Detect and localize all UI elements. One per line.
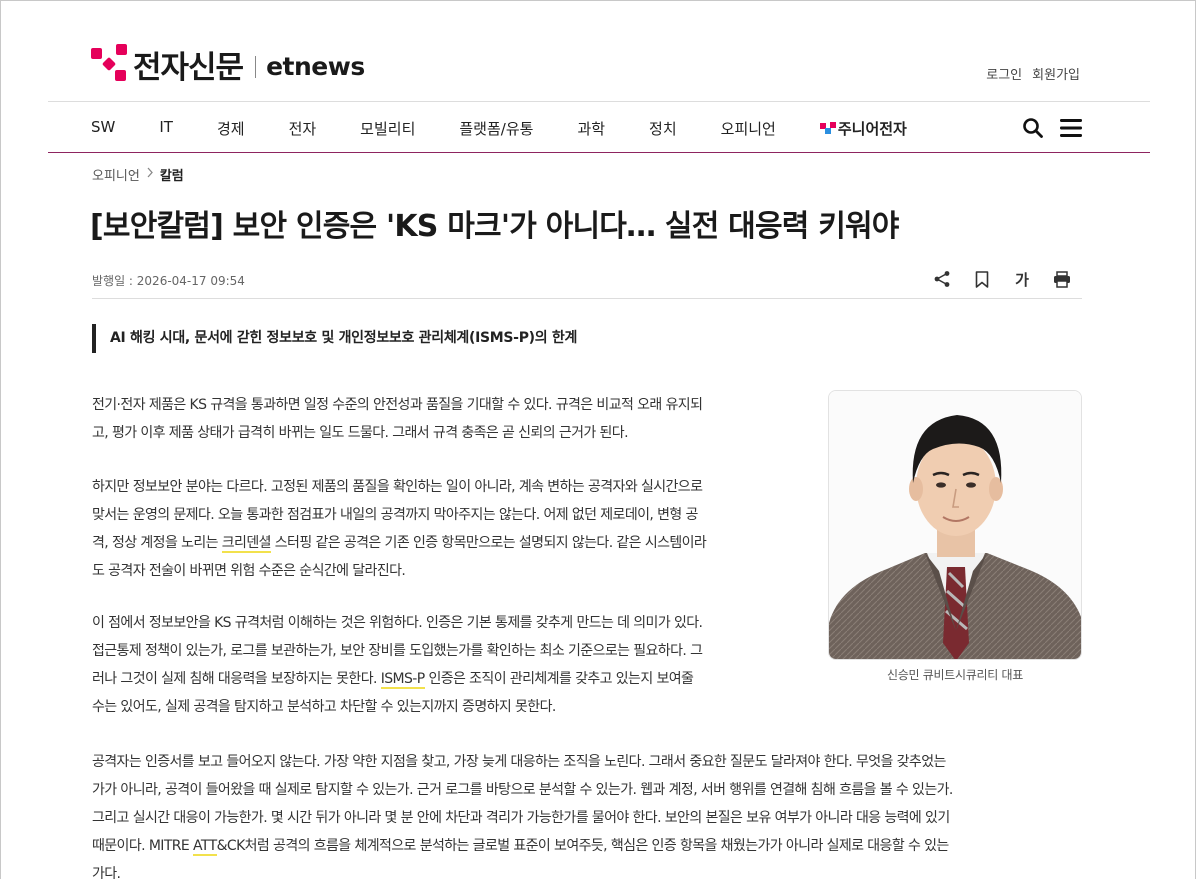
- breadcrumb-current[interactable]: 칼럼: [160, 165, 184, 184]
- paragraph-line: 접근통제 정책이 있는가, 로그를 보관하는가, 보안 장비를 도입했는가를 확…: [92, 643, 703, 659]
- keyword-link-isms-p[interactable]: ISMS-P: [380, 671, 425, 689]
- logo-divider: [255, 56, 257, 78]
- bookmark-icon[interactable]: [973, 268, 991, 290]
- nav-item-platform[interactable]: 플랫폼/유통: [459, 118, 533, 139]
- nav-item-opinion[interactable]: 오피니언: [721, 118, 776, 139]
- paragraph-line: 도 공격자 전술이 바뀌면 위험 수준은 순식간에 달라진다.: [92, 563, 406, 579]
- search-icon[interactable]: [1022, 117, 1044, 143]
- nav-item-junior-label: 주니어전자: [837, 120, 907, 138]
- nav-item-mobility[interactable]: 모빌리티: [360, 118, 415, 139]
- chevron-right-icon: [146, 167, 154, 182]
- paragraph-line: 이 점에서 정보보안을 KS 규격처럼 이해하는 것은 위험하다. 인증은 기본…: [92, 615, 703, 631]
- text-segment: &CK처럼 공격의 흐름을 체계적으로 분석하는 글로벌 표준이 보여주듯, 핵…: [216, 838, 950, 854]
- paragraph-3: 이 점에서 정보보안을 KS 규격처럼 이해하는 것은 위험하다. 인증은 기본…: [92, 609, 703, 721]
- text-segment: 스터핑 같은 공격은 기존 인증 항목만으로는 설명되지 않는다. 같은 시스템…: [270, 535, 707, 551]
- paragraph-1: 전기·전자 제품은 KS 규격을 통과하면 일정 수준의 안전성과 품질을 기대…: [92, 391, 703, 447]
- header-divider: [92, 298, 1082, 299]
- paragraph-line: 그리고 실시간 대응이 가능한가. 몇 시간 뒤가 아니라 몇 분 안에 차단과…: [92, 810, 950, 826]
- paragraph-line: 가가 아니라, 공격이 들어왔을 때 실제로 탐지할 수 있는가. 근거 로그를…: [92, 782, 953, 798]
- login-link[interactable]: 로그인: [986, 64, 1022, 83]
- nav-tools: [1022, 117, 1082, 143]
- logo-korean-text: 전자신문: [133, 49, 244, 86]
- text-segment: 때문이다. MITRE: [92, 838, 194, 854]
- nav-item-it[interactable]: IT: [159, 118, 173, 139]
- junior-logo-icon: [819, 121, 836, 136]
- text-segment: 인증은 조직이 관리체계를 갖추고 있는지 보여줄: [424, 671, 694, 687]
- nav-item-junior[interactable]: 주니어전자: [819, 118, 907, 139]
- photo-caption: 신승민 큐비트시큐리티 대표: [887, 668, 1023, 682]
- page-frame: 전자신문 etnews 로그인 회원가입 SW IT 경제 전자 모빌리티 플랫…: [0, 0, 1196, 879]
- share-icon[interactable]: [933, 268, 951, 290]
- article-tools: 가: [933, 268, 1071, 290]
- paragraph-line: 하지만 정보보안 분야는 다르다. 고정된 제품의 품질을 확인하는 일이 아니…: [92, 479, 703, 495]
- paragraph-line: 수는 있어도, 실제 공격을 탐지하고 분석하고 차단할 수 있는지까지 증명하…: [92, 699, 556, 715]
- paragraph-2: 하지만 정보보안 분야는 다르다. 고정된 제품의 품질을 확인하는 일이 아니…: [92, 473, 707, 585]
- paragraph-line: 가다.: [92, 866, 121, 879]
- author-photo: [828, 390, 1082, 660]
- font-size-icon[interactable]: 가: [1013, 268, 1031, 290]
- logo-english-text: etnews: [266, 51, 365, 81]
- hamburger-menu-icon[interactable]: [1060, 118, 1082, 142]
- publish-date: 발행일 : 2026-04-17 09:54: [92, 274, 245, 288]
- paragraph-line: 때문이다. MITRE ATT&CK처럼 공격의 흐름을 체계적으로 분석하는 …: [92, 832, 953, 860]
- article-subtitle: AI 해킹 시대, 문서에 갇힌 정보보호 및 개인정보보호 관리체계(ISMS…: [92, 324, 577, 353]
- nav-item-sw[interactable]: SW: [91, 118, 115, 139]
- breadcrumb: 오피니언 칼럼: [92, 165, 184, 184]
- text-segment: 격, 정상 계정을 노리는: [92, 535, 222, 551]
- print-icon[interactable]: [1053, 268, 1071, 290]
- nav-item-politics[interactable]: 정치: [649, 118, 677, 139]
- main-nav: SW IT 경제 전자 모빌리티 플랫폼/유통 과학 정치 오피니언 주니어전자: [48, 101, 1150, 153]
- user-links: 로그인 회원가입: [986, 64, 1080, 83]
- nav-item-electronics[interactable]: 전자: [289, 118, 317, 139]
- article-title: [보안칼럼] 보안 인증은 'KS 마크'가 아니다… 실전 대응력 키워야: [90, 209, 899, 244]
- breadcrumb-parent[interactable]: 오피니언: [92, 165, 140, 184]
- paragraph-line: 전기·전자 제품은 KS 규격을 통과하면 일정 수준의 안전성과 품질을 기대…: [92, 397, 703, 413]
- paragraph-line: 맞서는 운영의 문제다. 오늘 통과한 점검표가 내일의 공격까지 막아주지는 …: [92, 507, 698, 523]
- text-segment: 러나 그것이 실제 침해 대응력을 보장하지는 못한다.: [92, 671, 377, 687]
- nav-item-science[interactable]: 과학: [577, 118, 605, 139]
- keyword-link-attck[interactable]: ATT: [193, 838, 217, 856]
- paragraph-4: 공격자는 인증서를 보고 들어오지 않는다. 가장 약한 지점을 찾고, 가장 …: [92, 748, 953, 879]
- keyword-link-credential[interactable]: 크리덴셜: [221, 535, 272, 553]
- nav-item-economy[interactable]: 경제: [217, 118, 245, 139]
- signup-link[interactable]: 회원가입: [1032, 64, 1080, 83]
- site-logo[interactable]: 전자신문 etnews: [91, 39, 365, 89]
- paragraph-line: 고, 평가 이후 제품 상태가 급격히 바뀌는 일도 드물다. 그래서 규격 충…: [92, 425, 629, 441]
- paragraph-line: 공격자는 인증서를 보고 들어오지 않는다. 가장 약한 지점을 찾고, 가장 …: [92, 754, 946, 770]
- nav-items: SW IT 경제 전자 모빌리티 플랫폼/유통 과학 정치 오피니언 주니어전자: [91, 118, 951, 139]
- paragraph-line: 격, 정상 계정을 노리는 크리덴셜 스터핑 같은 공격은 기존 인증 항목만으…: [92, 529, 707, 557]
- logo-mark-icon: [91, 44, 131, 84]
- paragraph-line: 러나 그것이 실제 침해 대응력을 보장하지는 못한다. ISMS-P 인증은 …: [92, 665, 702, 693]
